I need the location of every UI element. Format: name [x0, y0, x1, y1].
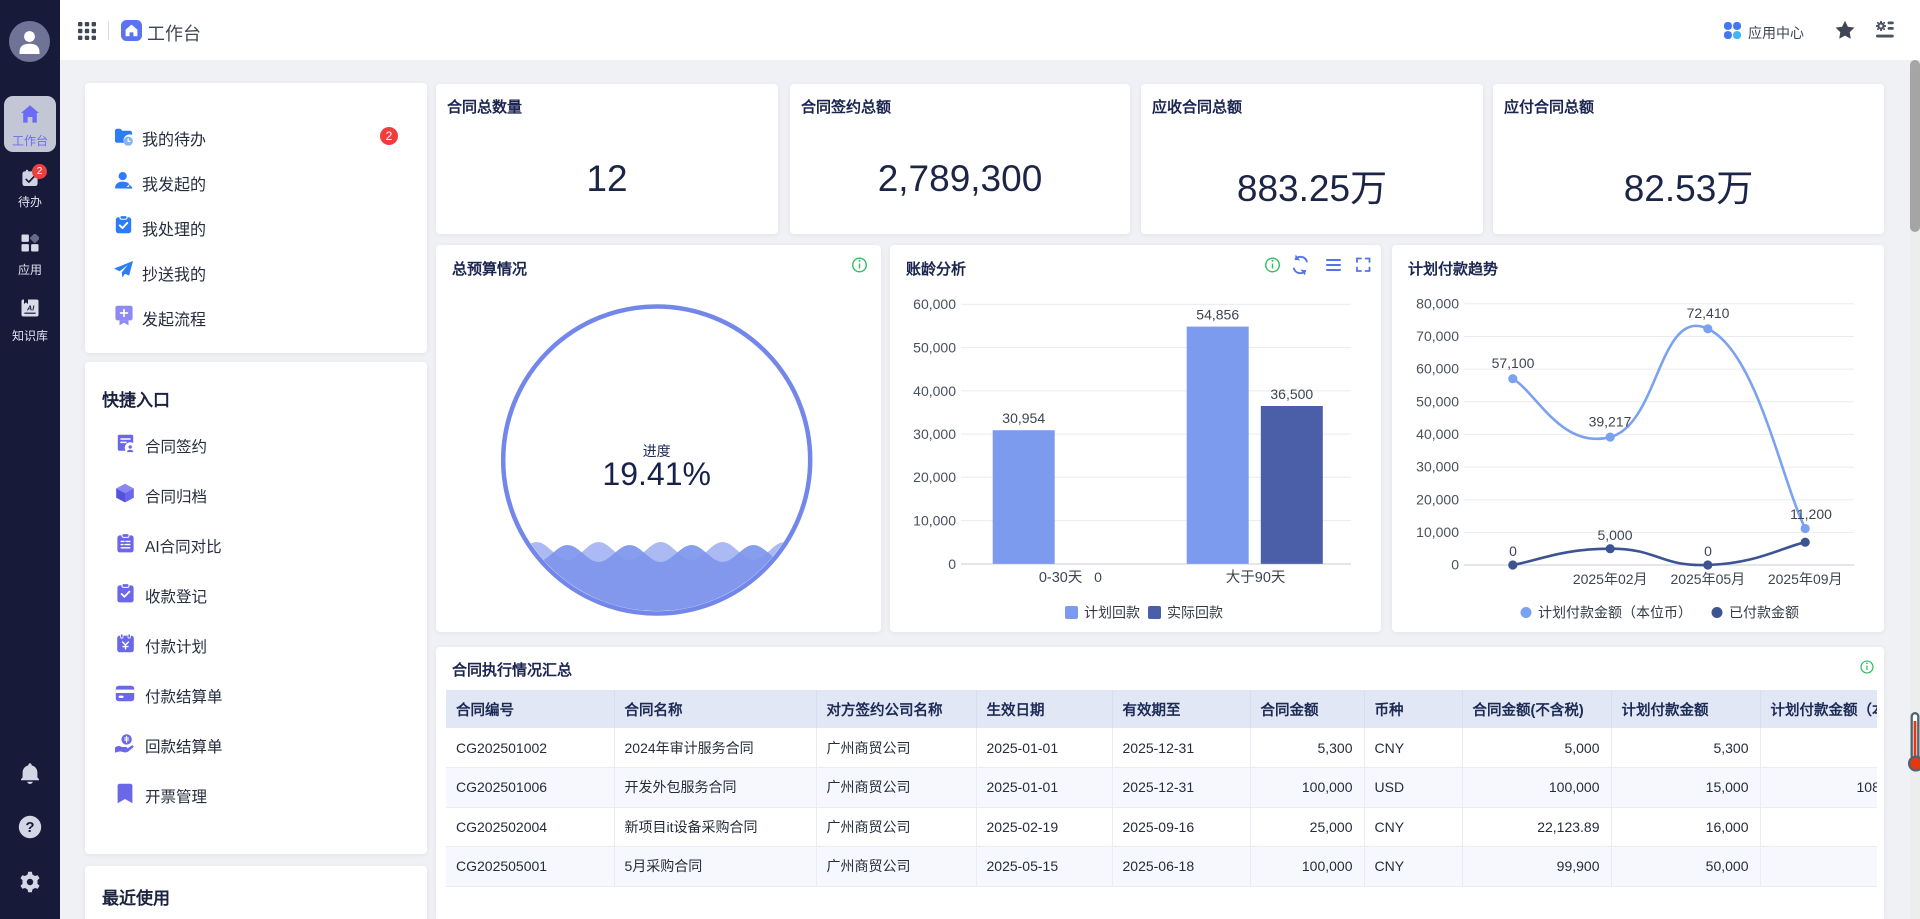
svg-text:2025年02月: 2025年02月: [1573, 571, 1648, 587]
svg-text:2025年05月: 2025年05月: [1670, 571, 1745, 587]
svg-text:72,410: 72,410: [1687, 305, 1730, 321]
svg-text:54,856: 54,856: [1196, 306, 1239, 322]
svg-text:30,954: 30,954: [1002, 410, 1045, 426]
svg-text:2025年09月: 2025年09月: [1768, 571, 1843, 587]
svg-text:11,200: 11,200: [1790, 506, 1832, 522]
svg-text:20,000: 20,000: [1416, 491, 1459, 507]
svg-text:10,000: 10,000: [913, 513, 956, 529]
svg-text:50,000: 50,000: [1416, 393, 1459, 409]
svg-text:大于90天: 大于90天: [1226, 569, 1286, 586]
svg-text:19.41%: 19.41%: [602, 456, 711, 492]
svg-text:57,100: 57,100: [1492, 355, 1535, 371]
svg-text:36,500: 36,500: [1270, 386, 1313, 402]
svg-text:60,000: 60,000: [913, 296, 956, 312]
svg-text:AI: AI: [26, 304, 35, 313]
svg-text:5,000: 5,000: [1597, 527, 1632, 543]
svg-text:0: 0: [1704, 543, 1712, 559]
svg-text:10,000: 10,000: [1416, 524, 1459, 540]
svg-text:0: 0: [1509, 543, 1517, 559]
svg-text:已付款金额: 已付款金额: [1729, 605, 1799, 621]
svg-text:40,000: 40,000: [913, 383, 956, 399]
svg-text:计划回款: 计划回款: [1084, 605, 1140, 621]
svg-text:60,000: 60,000: [1416, 361, 1459, 377]
svg-text:50,000: 50,000: [913, 340, 956, 356]
svg-text:40,000: 40,000: [1416, 426, 1459, 442]
svg-text:30,000: 30,000: [1416, 459, 1459, 475]
svg-text:计划付款金额（本位币）: 计划付款金额（本位币）: [1538, 605, 1692, 621]
svg-text:20,000: 20,000: [913, 469, 956, 485]
svg-text:?: ?: [25, 819, 34, 836]
svg-text:30,000: 30,000: [913, 426, 956, 442]
svg-text:39,217: 39,217: [1589, 414, 1632, 430]
svg-text:实际回款: 实际回款: [1167, 605, 1223, 621]
svg-text:70,000: 70,000: [1416, 328, 1459, 344]
svg-text:0: 0: [1451, 557, 1459, 573]
svg-text:0: 0: [1094, 569, 1102, 585]
svg-text:0-30天: 0-30天: [1039, 570, 1083, 586]
svg-text:80,000: 80,000: [1416, 295, 1459, 311]
svg-text:0: 0: [948, 556, 956, 572]
